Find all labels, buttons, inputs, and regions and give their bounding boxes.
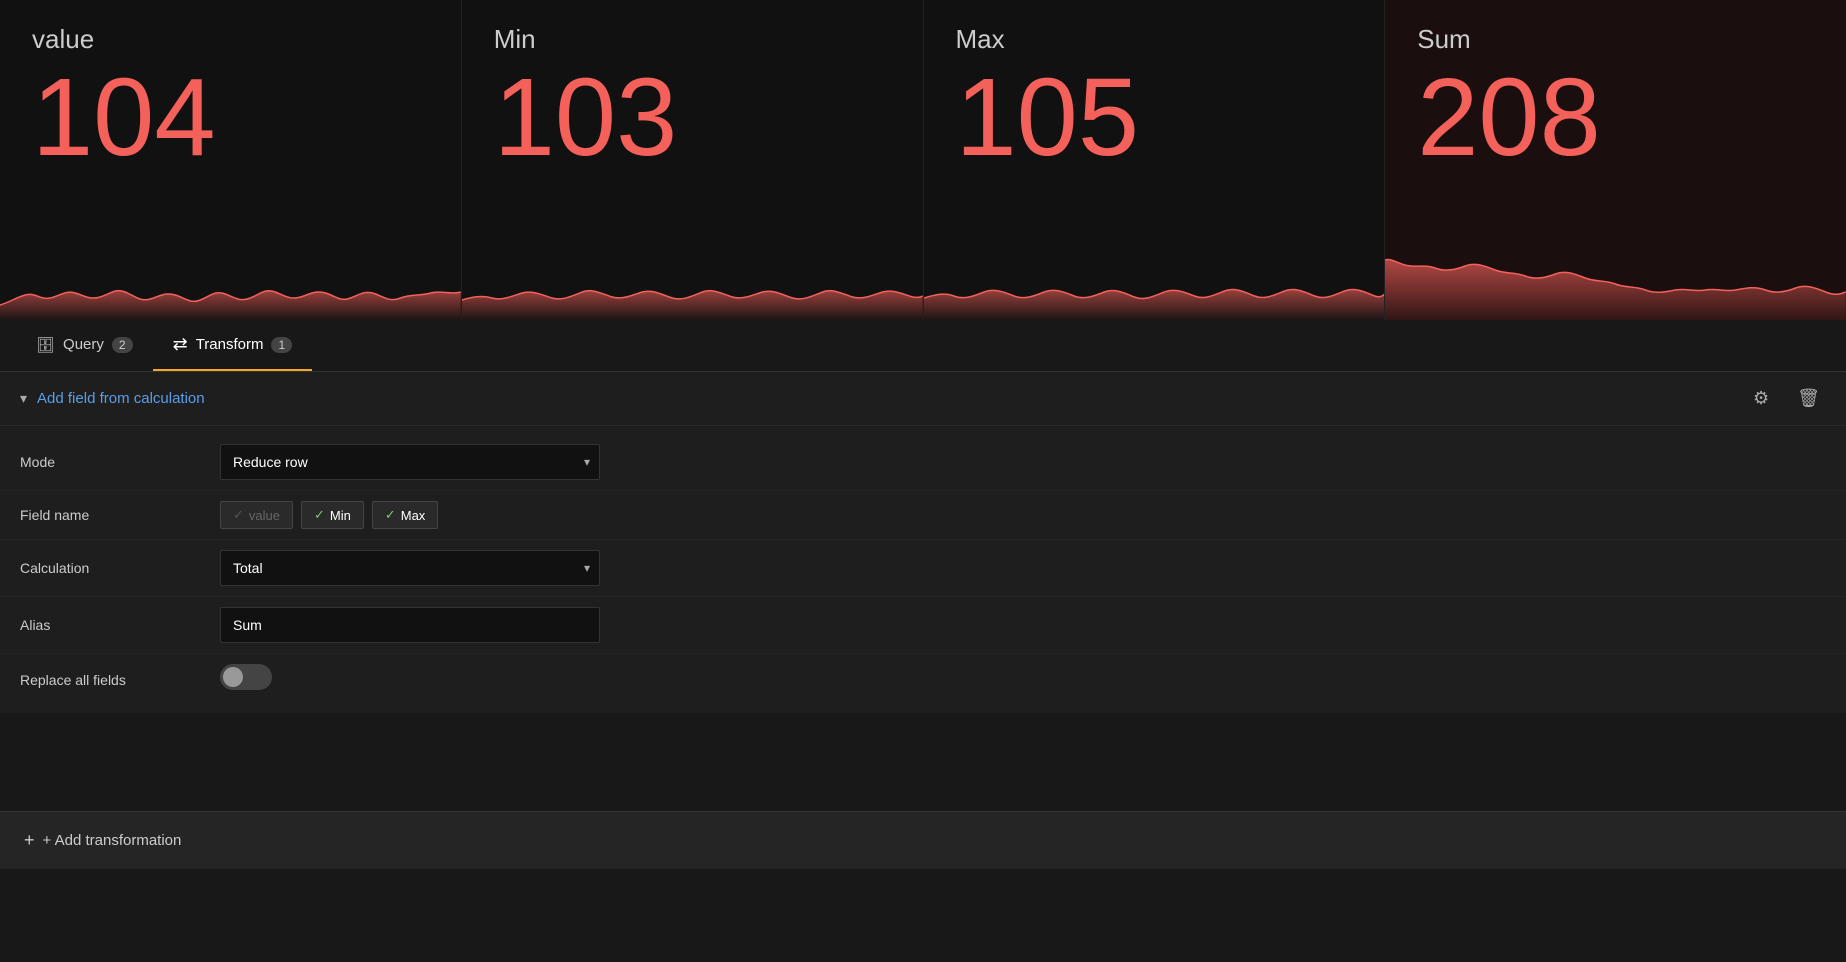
- gear-icon: ⚙: [1753, 388, 1769, 409]
- tab-transform-badge: 1: [271, 337, 292, 353]
- calculation-select-wrapper: Total Mean Min Max Count Last ▾: [220, 550, 600, 586]
- chip-check-max: ✓: [385, 507, 396, 523]
- mode-control: Reduce row Binary operation Unary operat…: [220, 444, 620, 480]
- sparkline-1: [462, 230, 923, 320]
- form-row-calculation: Calculation Total Mean Min Max Count Las…: [0, 540, 1846, 597]
- stat-cell-value: value 104: [0, 0, 462, 320]
- replace-label: Replace all fields: [20, 672, 220, 688]
- alias-input[interactable]: [220, 607, 600, 643]
- replace-control: [220, 664, 620, 695]
- stat-value-1: 103: [494, 63, 891, 173]
- stat-cell-sum: Sum 208: [1385, 0, 1846, 320]
- delete-icon-button[interactable]: 🗑: [1791, 386, 1826, 411]
- form-row-mode: Mode Reduce row Binary operation Unary o…: [0, 434, 1846, 491]
- trash-icon: 🗑: [1797, 388, 1820, 409]
- database-icon: 🗄: [36, 336, 55, 354]
- chip-label-max: Max: [401, 508, 426, 523]
- page-layout: value 104 Min 103: [0, 0, 1846, 962]
- toggle-slider: [220, 664, 272, 690]
- stat-label-2: Max: [956, 24, 1353, 55]
- sparkline-2: [924, 230, 1385, 320]
- tab-query-label: Query: [63, 336, 104, 353]
- stat-label-0: value: [32, 24, 429, 55]
- fieldname-label: Field name: [20, 507, 220, 523]
- chevron-down-icon: ▾: [20, 390, 27, 407]
- chip-check-value: ✓: [233, 507, 244, 523]
- bottom-area: + + Add transformation: [0, 807, 1846, 962]
- chip-check-min: ✓: [314, 507, 325, 523]
- mode-label: Mode: [20, 454, 220, 470]
- chip-min[interactable]: ✓ Min: [301, 501, 364, 529]
- plus-icon: +: [24, 830, 35, 851]
- stat-cell-min: Min 103: [462, 0, 924, 320]
- field-chips: ✓ value ✓ Min ✓ Max: [220, 501, 438, 529]
- calculation-control: Total Mean Min Max Count Last ▾: [220, 550, 620, 586]
- form-body: Mode Reduce row Binary operation Unary o…: [0, 426, 1846, 713]
- stat-label-3: Sum: [1417, 24, 1814, 55]
- chip-label-min: Min: [330, 508, 351, 523]
- stat-label-1: Min: [494, 24, 891, 55]
- sparkline-3: [1385, 230, 1846, 320]
- mode-select-wrapper: Reduce row Binary operation Unary operat…: [220, 444, 600, 480]
- tab-transform-label: Transform: [196, 336, 264, 353]
- calculation-label: Calculation: [20, 560, 220, 576]
- section-title: Add field from calculation: [37, 390, 205, 407]
- section-header-left: ▾ Add field from calculation: [20, 390, 205, 407]
- transform-icon: ⇄: [173, 334, 188, 355]
- section-header-right: ⚙ 🗑: [1747, 386, 1826, 411]
- stat-value-0: 104: [32, 63, 429, 173]
- tab-query-badge: 2: [112, 337, 133, 353]
- alias-label: Alias: [20, 617, 220, 633]
- sparkline-0: [0, 230, 461, 320]
- form-row-alias: Alias: [0, 597, 1846, 654]
- section-header[interactable]: ▾ Add field from calculation ⚙ 🗑: [0, 372, 1846, 426]
- stat-value-2: 105: [956, 63, 1353, 173]
- stat-cell-max: Max 105: [924, 0, 1386, 320]
- stat-value-3: 208: [1417, 63, 1814, 173]
- chip-value[interactable]: ✓ value: [220, 501, 293, 529]
- transform-panel: ▾ Add field from calculation ⚙ 🗑 Mode: [0, 372, 1846, 807]
- add-transformation-button[interactable]: + + Add transformation: [0, 811, 1846, 869]
- chip-label-value: value: [249, 508, 280, 523]
- config-icon-button[interactable]: ⚙: [1747, 386, 1775, 411]
- tab-bar: 🗄 Query 2 ⇄ Transform 1: [0, 320, 1846, 372]
- tab-transform[interactable]: ⇄ Transform 1: [153, 320, 313, 371]
- stats-panel: value 104 Min 103: [0, 0, 1846, 320]
- chip-max[interactable]: ✓ Max: [372, 501, 438, 529]
- mode-select[interactable]: Reduce row Binary operation Unary operat…: [220, 444, 600, 480]
- tab-query[interactable]: 🗄 Query 2: [16, 320, 153, 371]
- form-row-fieldname: Field name ✓ value ✓ Min ✓ Max: [0, 491, 1846, 540]
- calculation-select[interactable]: Total Mean Min Max Count Last: [220, 550, 600, 586]
- alias-control: [220, 607, 620, 643]
- form-row-replace: Replace all fields: [0, 654, 1846, 705]
- replace-toggle[interactable]: [220, 664, 272, 690]
- add-transformation-label: + Add transformation: [43, 832, 182, 849]
